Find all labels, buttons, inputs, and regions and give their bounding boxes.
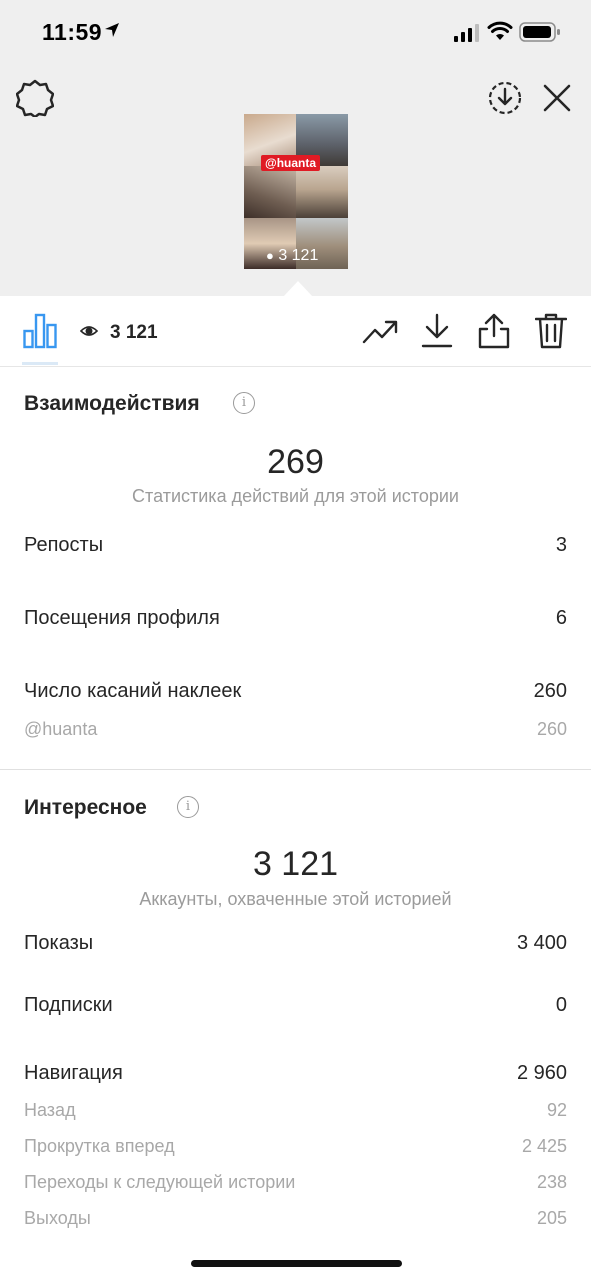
stat-value: 3 400 — [516, 932, 567, 954]
photo-tile — [244, 166, 296, 218]
stat-label: Навигация — [24, 1062, 123, 1084]
stat-label: Подписки — [24, 994, 113, 1016]
settings-gear-icon[interactable] — [16, 79, 54, 117]
stat-label: Репосты — [24, 534, 104, 556]
stat-subrow-forward: Прокрутка вперед 2 425 — [24, 1136, 567, 1164]
active-tab-indicator — [22, 362, 58, 365]
eye-icon: ● — [266, 248, 274, 263]
stat-row-profile-visits: Посещения профиля 6 — [24, 607, 567, 635]
stat-subrow-next-story: Переходы к следующей истории 238 — [24, 1172, 567, 1200]
stat-row-navigation: Навигация 2 960 — [24, 1062, 567, 1090]
info-icon[interactable]: i — [233, 392, 255, 414]
stat-value: 2 960 — [516, 1062, 567, 1084]
trending-up-icon[interactable] — [362, 318, 398, 346]
battery-icon — [519, 22, 560, 42]
stat-row-sticker-taps: Число касаний наклеек 260 — [24, 680, 567, 708]
stat-label: Число касаний наклеек — [24, 680, 242, 702]
stat-value: 238 — [536, 1172, 567, 1192]
status-bar: 11:59 — [0, 0, 591, 64]
info-icon[interactable]: i — [177, 796, 199, 818]
stat-value: 6 — [555, 607, 567, 629]
stat-label: Показы — [24, 932, 94, 954]
eye-icon — [80, 326, 98, 336]
trash-icon[interactable] — [535, 313, 567, 349]
photo-tile — [296, 166, 348, 218]
discovery-caption: Аккаунты, охваченные этой историей — [139, 889, 452, 909]
download-icon[interactable] — [421, 313, 453, 349]
stat-subrow-exits: Выходы 205 — [24, 1208, 567, 1236]
mention-sticker: @huanta — [261, 155, 321, 171]
home-indicator[interactable] — [191, 1260, 402, 1267]
stat-value: 92 — [546, 1100, 567, 1120]
close-icon[interactable] — [543, 84, 571, 112]
stat-value: 260 — [533, 680, 567, 702]
cellular-signal-icon — [454, 24, 479, 42]
stat-value: 205 — [536, 1208, 567, 1228]
save-story-icon[interactable] — [487, 80, 523, 116]
thumbnail-views: ● 3 121 — [266, 247, 319, 264]
stat-subrow-mention: @huanta 260 — [24, 719, 567, 747]
stat-label: Назад — [24, 1100, 76, 1120]
interactions-title: Взаимодействия — [24, 392, 200, 415]
discovery-total: 3 121 — [252, 845, 339, 883]
stat-label: Посещения профиля — [24, 607, 220, 629]
stat-value: 260 — [536, 719, 567, 739]
stat-row-follows: Подписки 0 — [24, 994, 567, 1022]
interactions-caption: Статистика действий для этой истории — [132, 486, 459, 506]
stat-label: @huanta — [24, 719, 98, 739]
stat-label: Прокрутка вперед — [24, 1136, 175, 1156]
interactions-total: 269 — [267, 443, 324, 481]
share-icon[interactable] — [477, 312, 511, 350]
insights-bar-chart-icon[interactable] — [23, 313, 57, 349]
preview-pointer — [283, 281, 313, 297]
stat-value: 3 — [555, 534, 567, 556]
discovery-title: Интересное — [24, 796, 147, 819]
location-arrow-icon — [105, 23, 119, 37]
stat-subrow-back: Назад 92 — [24, 1100, 567, 1128]
stat-value: 2 425 — [521, 1136, 567, 1156]
wifi-icon — [487, 21, 513, 40]
stat-row-impressions: Показы 3 400 — [24, 932, 567, 960]
story-thumbnail[interactable]: @huanta ● 3 121 — [244, 114, 348, 269]
stat-label: Переходы к следующей истории — [24, 1172, 296, 1192]
stat-label: Выходы — [24, 1208, 91, 1228]
stat-value: 0 — [555, 994, 567, 1016]
stat-row-reposts: Репосты 3 — [24, 534, 567, 562]
status-time: 11:59 — [42, 19, 103, 45]
views-count[interactable]: 3 121 — [110, 322, 158, 344]
section-divider — [0, 769, 591, 770]
